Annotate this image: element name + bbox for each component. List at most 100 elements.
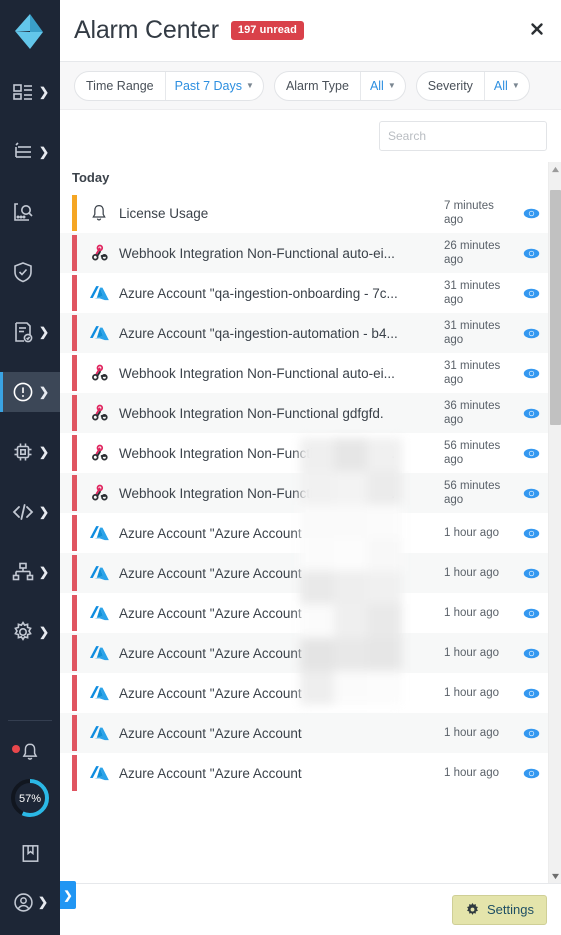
usage-progress[interactable]: 57%	[0, 769, 60, 827]
acknowledge-button[interactable]	[514, 247, 548, 260]
filter-alarm-type[interactable]: Alarm Type All ▼	[273, 70, 406, 101]
primary-sidebar: ❯ ❯ ❯ ❯ ❯ ❯ ❯ ❯ 57% ❯ ❯	[0, 0, 76, 935]
scroll-down-button[interactable]	[551, 869, 560, 883]
azure-icon	[89, 725, 109, 740]
alarm-title: Webhook Integration Non-Functional auto-…	[119, 485, 395, 501]
app-logo[interactable]	[0, 0, 60, 62]
alarm-row[interactable]: Azure Account "Azure Account 1 hour ago	[60, 513, 548, 553]
chevron-right-icon: ❯	[38, 565, 50, 579]
alarm-row[interactable]: Webhook Integration Non-Functional auto-…	[60, 473, 548, 513]
alarm-row[interactable]: Azure Account "Azure Account 1 hour ago	[60, 593, 548, 633]
filter-severity-value[interactable]: All ▼	[485, 79, 529, 93]
settings-button[interactable]: Settings	[452, 894, 547, 925]
alarm-row[interactable]: Azure Account "Azure Account 1 hour ago	[60, 633, 548, 673]
filter-severity-label: Severity	[427, 78, 473, 93]
alarm-time: 1 hour ago	[444, 766, 499, 779]
alarm-row[interactable]: Webhook Integration Non-Functional gdfgf…	[60, 393, 548, 433]
sidebar-item-security[interactable]: ❯	[0, 252, 60, 292]
filter-time-range-value[interactable]: Past 7 Days ▼	[166, 79, 263, 93]
acknowledge-button[interactable]	[514, 727, 548, 740]
sidebar-nav: ❯ ❯ ❯ ❯ ❯ ❯ ❯ ❯	[0, 62, 60, 672]
alarm-row[interactable]: Azure Account "qa-ingestion-onboarding -…	[60, 273, 548, 313]
webhook-icon	[91, 444, 108, 460]
chevron-right-icon: ❯	[38, 145, 50, 159]
alarm-row[interactable]: Azure Account "qa-ingestion-automation -…	[60, 313, 548, 353]
code-icon	[12, 504, 34, 520]
eye-icon	[523, 288, 539, 298]
alarm-row[interactable]: Webhook Integration Non-Functional auto-…	[60, 353, 548, 393]
sidebar-item-topology[interactable]: ❯	[0, 552, 60, 592]
alarm-type-icon	[86, 604, 112, 623]
sidebar-item-code[interactable]: ❯	[0, 492, 60, 532]
alarm-row[interactable]: License Usage 7 minutes ago	[60, 193, 548, 233]
chevron-right-icon: ❯	[38, 505, 50, 519]
close-button[interactable]	[529, 21, 545, 41]
acknowledge-button[interactable]	[514, 367, 548, 380]
acknowledge-button[interactable]	[514, 607, 548, 620]
sidebar-bottom-section: 57% ❯	[0, 720, 60, 935]
acknowledge-button[interactable]	[514, 567, 548, 580]
eye-icon	[523, 448, 539, 458]
acknowledge-button[interactable]	[514, 287, 548, 300]
help-docs-button[interactable]	[0, 827, 60, 879]
search-box[interactable]	[379, 121, 547, 151]
scrollbar-track[interactable]	[549, 176, 561, 869]
alarm-type-icon	[86, 564, 112, 583]
acknowledge-button[interactable]	[514, 487, 548, 500]
alarm-type-icon	[86, 363, 112, 384]
alarm-type-icon	[86, 724, 112, 743]
acknowledge-button[interactable]	[514, 647, 548, 660]
acknowledge-button[interactable]	[514, 767, 548, 780]
alarm-title: Azure Account "Azure Account	[119, 685, 302, 701]
alarm-row[interactable]: Azure Account "Azure Account 1 hour ago	[60, 713, 548, 753]
acknowledge-button[interactable]	[514, 327, 548, 340]
sidebar-item-reports[interactable]: ❯	[0, 312, 60, 352]
sidebar-item-discovery[interactable]: ❯	[0, 192, 60, 232]
sidebar-item-settings[interactable]: ❯	[0, 612, 60, 652]
scroll-up-button[interactable]	[551, 162, 560, 176]
alarm-row[interactable]: Azure Account "Azure Account 1 hour ago	[60, 753, 548, 793]
severity-bar	[72, 355, 77, 391]
filter-time-range[interactable]: Time Range Past 7 Days ▼	[74, 70, 264, 101]
alarm-title: Azure Account "qa-ingestion-onboarding -…	[119, 285, 398, 301]
alarm-row[interactable]: Azure Account "Azure Account 1 hour ago	[60, 553, 548, 593]
logo-icon	[15, 14, 43, 49]
severity-bar	[72, 435, 77, 471]
acknowledge-button[interactable]	[514, 407, 548, 420]
sidebar-item-resources[interactable]: ❯	[0, 132, 60, 172]
acknowledge-button[interactable]	[514, 207, 548, 220]
list-scrollbar[interactable]	[548, 162, 561, 883]
alarm-row[interactable]: Webhook Integration Non-Functional auto-…	[60, 433, 548, 473]
alarm-title: Azure Account "Azure Account	[119, 565, 302, 581]
alarm-time: 56 minutes ago	[444, 439, 501, 466]
acknowledge-button[interactable]	[514, 447, 548, 460]
notifications-button[interactable]	[0, 735, 60, 769]
alarm-row[interactable]: Webhook Integration Non-Functional auto-…	[60, 233, 548, 273]
severity-bar	[72, 715, 77, 751]
alarm-time: 36 minutes ago	[444, 399, 501, 426]
webhook-icon	[91, 404, 108, 420]
acknowledge-button[interactable]	[514, 687, 548, 700]
eye-icon	[523, 608, 539, 618]
shield-icon	[14, 262, 32, 283]
panel-header: Alarm Center 197 unread	[60, 0, 561, 62]
scrollbar-thumb[interactable]	[549, 189, 561, 426]
filter-alarm-type-label: Alarm Type	[285, 78, 349, 93]
sidebar-item-devices[interactable]: ❯	[0, 432, 60, 472]
filter-severity[interactable]: Severity All ▼	[415, 70, 530, 101]
unread-badge: 197 unread	[230, 21, 304, 40]
alarm-center-panel: Alarm Center 197 unread Time Range Past …	[60, 0, 561, 935]
alarm-time: 31 minutes ago	[444, 279, 501, 306]
alarm-type-icon	[86, 644, 112, 663]
alarm-time: 31 minutes ago	[444, 319, 501, 346]
search-input[interactable]	[388, 129, 543, 143]
acknowledge-button[interactable]	[514, 527, 548, 540]
eye-icon	[523, 728, 539, 738]
account-menu-button[interactable]: ❯	[0, 879, 60, 925]
alarm-row[interactable]: Azure Account "Azure Account 1 hour ago	[60, 673, 548, 713]
sidebar-expand-button[interactable]: ❯	[60, 881, 76, 909]
sidebar-item-dashboards[interactable]: ❯	[0, 72, 60, 112]
filter-alarm-type-value[interactable]: All ▼	[361, 79, 405, 93]
sidebar-item-alarms[interactable]: ❯	[0, 372, 60, 412]
eye-icon	[523, 528, 539, 538]
